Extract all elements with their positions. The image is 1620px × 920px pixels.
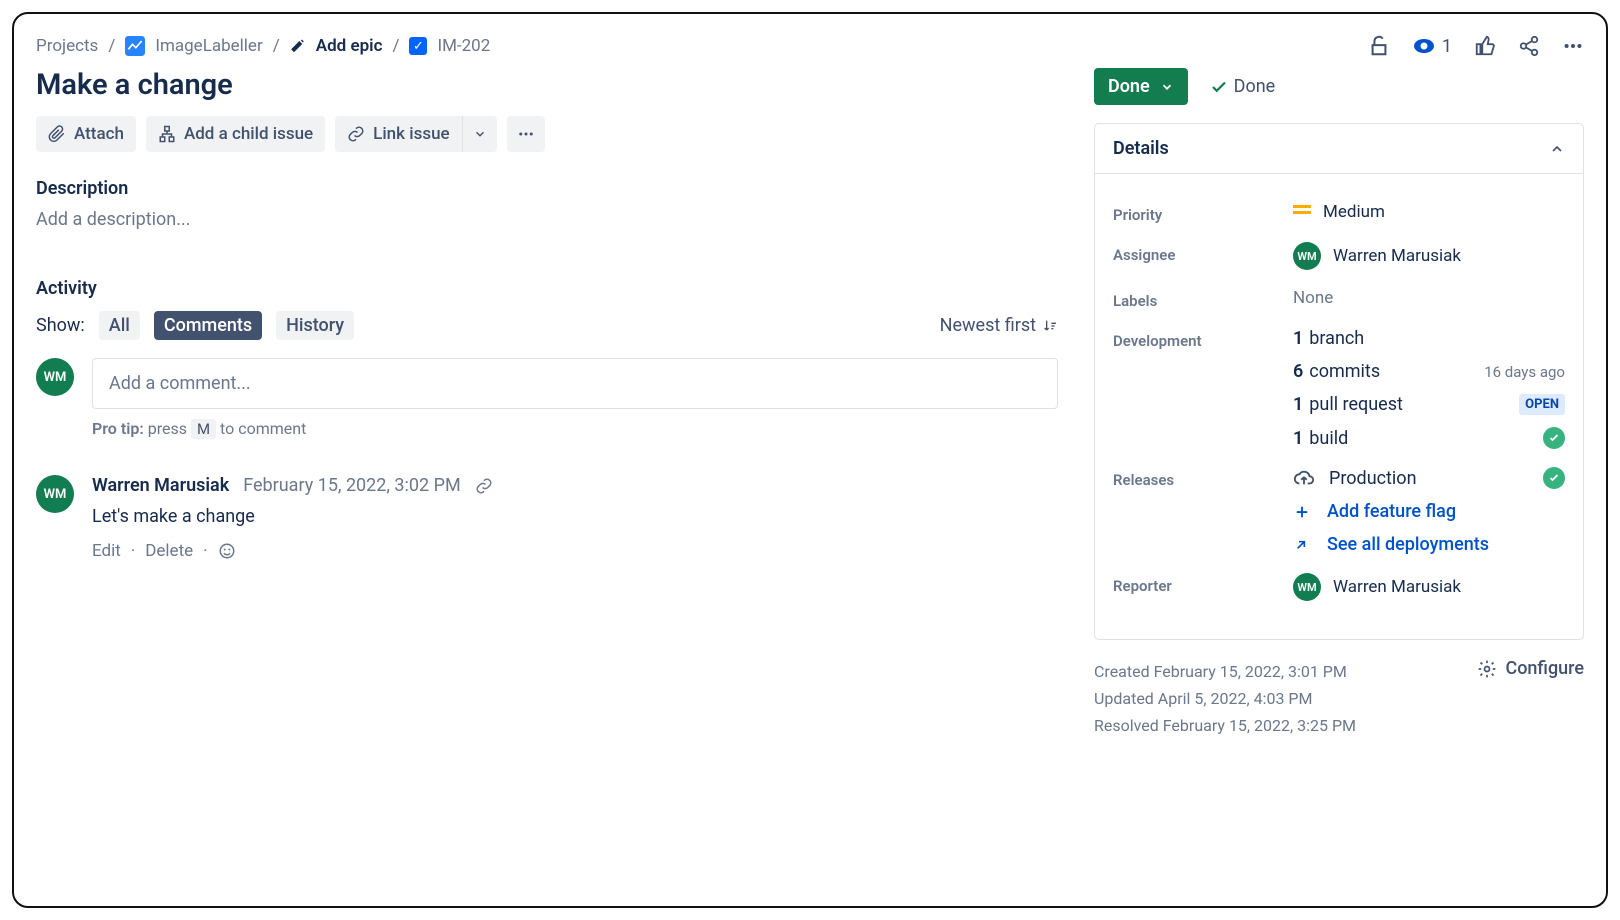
watchers-button[interactable]: 1 xyxy=(1412,34,1452,58)
release-production[interactable]: Production xyxy=(1293,467,1565,489)
add-child-label: Add a child issue xyxy=(184,124,313,144)
resolved-date: Resolved February 15, 2022, 3:25 PM xyxy=(1094,712,1356,739)
link-issue-dropdown[interactable] xyxy=(463,116,497,152)
breadcrumb-separator: / xyxy=(392,36,399,56)
status-button-label: Done xyxy=(1108,76,1150,97)
tab-all[interactable]: All xyxy=(99,311,140,340)
avatar: WM xyxy=(1293,242,1321,270)
avatar: WM xyxy=(36,475,74,513)
gear-icon xyxy=(1477,659,1497,679)
breadcrumb-separator: / xyxy=(108,36,115,56)
build-success-icon xyxy=(1543,427,1565,449)
created-date: Created February 15, 2022, 3:01 PM xyxy=(1094,658,1356,685)
details-header[interactable]: Details xyxy=(1095,124,1583,174)
description-input[interactable]: Add a description... xyxy=(36,209,1058,230)
attach-label: Attach xyxy=(74,124,124,144)
details-panel: Details Priority Medium Assignee xyxy=(1094,123,1584,640)
attach-button[interactable]: Attach xyxy=(36,116,136,152)
chevron-down-icon xyxy=(473,127,487,141)
priority-medium-icon xyxy=(1293,205,1311,219)
status-button[interactable]: Done xyxy=(1094,68,1188,105)
watchers-count: 1 xyxy=(1442,36,1452,57)
add-reaction-icon[interactable] xyxy=(218,542,236,560)
chevron-down-icon xyxy=(1160,80,1174,94)
assignee-value[interactable]: WM Warren Marusiak xyxy=(1293,242,1565,270)
configure-button[interactable]: Configure xyxy=(1477,658,1584,679)
releases-label: Releases xyxy=(1113,467,1293,489)
labels-value[interactable]: None xyxy=(1293,288,1565,308)
configure-label: Configure xyxy=(1505,658,1584,679)
check-icon xyxy=(1210,78,1228,96)
child-issue-icon xyxy=(158,125,176,143)
comment-input[interactable]: Add a comment... xyxy=(92,358,1058,409)
activity-label: Activity xyxy=(36,278,1058,299)
sort-icon xyxy=(1042,318,1058,334)
breadcrumb-projects[interactable]: Projects xyxy=(36,36,98,56)
protip-label: Pro tip: xyxy=(92,419,144,438)
updated-date: Updated April 5, 2022, 4:03 PM xyxy=(1094,685,1356,712)
issue-type-icon: ✓ xyxy=(409,37,427,55)
share-icon[interactable] xyxy=(1518,35,1540,57)
tab-comments[interactable]: Comments xyxy=(154,311,262,340)
description-label: Description xyxy=(36,178,1058,199)
more-icon xyxy=(517,125,535,143)
pencil-icon xyxy=(290,38,306,54)
status-indicator-label: Done xyxy=(1234,76,1276,97)
comment-text: Let's make a change xyxy=(92,506,1058,527)
link-issue-label: Link issue xyxy=(373,124,449,144)
attachment-icon xyxy=(48,125,66,143)
link-icon xyxy=(347,125,365,143)
thumbs-up-icon[interactable] xyxy=(1474,35,1496,57)
priority-value[interactable]: Medium xyxy=(1293,202,1565,222)
see-all-deployments[interactable]: See all deployments xyxy=(1293,534,1565,555)
comment-date: February 15, 2022, 3:02 PM xyxy=(243,475,460,496)
project-icon xyxy=(125,36,145,56)
add-child-issue-button[interactable]: Add a child issue xyxy=(146,116,325,152)
breadcrumb: Projects / ImageLabeller / Add epic / ✓ … xyxy=(36,36,490,56)
assignee-label: Assignee xyxy=(1113,242,1293,264)
breadcrumb-separator: / xyxy=(273,36,280,56)
delete-comment[interactable]: Delete xyxy=(145,541,193,561)
avatar: WM xyxy=(1293,573,1321,601)
arrow-icon xyxy=(1293,537,1313,553)
development-label: Development xyxy=(1113,328,1293,350)
dev-branch[interactable]: 1 branch xyxy=(1293,328,1565,349)
show-label: Show: xyxy=(36,315,85,336)
priority-label: Priority xyxy=(1113,202,1293,224)
permalink-icon[interactable] xyxy=(475,477,493,495)
pro-tip: Pro tip: press M to comment xyxy=(92,419,1058,439)
dev-commits[interactable]: 6 commits 16 days ago xyxy=(1293,361,1565,382)
more-icon[interactable] xyxy=(1562,35,1584,57)
status-indicator: Done xyxy=(1210,76,1276,97)
sort-toggle[interactable]: Newest first xyxy=(940,315,1058,336)
lock-icon[interactable] xyxy=(1368,35,1390,57)
add-feature-flag[interactable]: Add feature flag xyxy=(1293,501,1565,522)
keyboard-key: M xyxy=(191,419,216,439)
pr-status-badge: OPEN xyxy=(1519,394,1565,415)
page-title[interactable]: Make a change xyxy=(36,68,1058,102)
tab-history[interactable]: History xyxy=(276,311,354,340)
more-actions-button[interactable] xyxy=(507,116,545,152)
details-header-label: Details xyxy=(1113,138,1169,159)
dev-pull-request[interactable]: 1 pull request OPEN xyxy=(1293,394,1565,415)
labels-label: Labels xyxy=(1113,288,1293,310)
sort-label: Newest first xyxy=(940,315,1036,336)
breadcrumb-issue-key[interactable]: IM-202 xyxy=(437,36,490,56)
breadcrumb-project-name[interactable]: ImageLabeller xyxy=(155,36,262,56)
release-success-icon xyxy=(1543,467,1565,489)
breadcrumb-add-epic[interactable]: Add epic xyxy=(316,36,383,56)
meta-dates: Created February 15, 2022, 3:01 PM Updat… xyxy=(1094,658,1356,740)
cloud-upload-icon xyxy=(1293,467,1315,489)
edit-comment[interactable]: Edit xyxy=(92,541,121,561)
reporter-label: Reporter xyxy=(1113,573,1293,595)
reporter-value[interactable]: WM Warren Marusiak xyxy=(1293,573,1565,601)
link-issue-button[interactable]: Link issue xyxy=(335,116,462,152)
chevron-up-icon xyxy=(1549,141,1565,157)
avatar: WM xyxy=(36,358,74,396)
plus-icon xyxy=(1293,503,1313,521)
dev-build[interactable]: 1 build xyxy=(1293,427,1565,449)
comment-author[interactable]: Warren Marusiak xyxy=(92,475,229,496)
